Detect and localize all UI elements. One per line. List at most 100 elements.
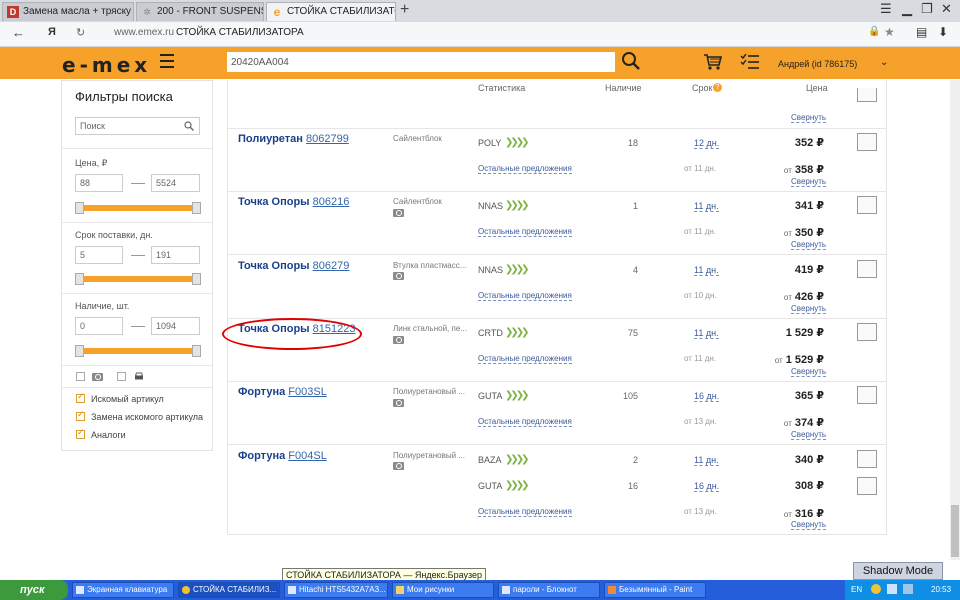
url-page-title[interactable]: СТОЙКА СТАБИЛИЗАТОРА xyxy=(176,27,304,38)
yandex-icon[interactable]: Я xyxy=(48,26,56,38)
price-min-input[interactable]: 88 xyxy=(75,174,123,192)
volume-icon[interactable] xyxy=(903,584,913,594)
camera-icon[interactable] xyxy=(393,272,404,280)
delivery-min-input[interactable]: 5 xyxy=(75,246,123,264)
lock-icon[interactable]: 🔒 xyxy=(868,26,880,37)
stock-min-input[interactable]: 0 xyxy=(75,317,123,335)
tab-oil-change[interactable]: D Замена масла + тряску подв xyxy=(2,2,134,21)
other-offers-link[interactable]: Остальные предложения xyxy=(478,227,572,237)
product-brand[interactable]: Точка Опоры 806216 xyxy=(238,196,349,208)
replacement-article-checkbox[interactable] xyxy=(76,409,85,421)
delivery-slider-min-handle[interactable] xyxy=(75,273,84,285)
collapse-link[interactable]: Свернуть xyxy=(791,367,827,377)
price-slider-min-handle[interactable] xyxy=(75,202,84,214)
collapse-link[interactable]: Свернуть xyxy=(791,177,827,187)
column-header-availability[interactable]: Наличие xyxy=(605,83,642,93)
delivery-term[interactable]: 11 дн. xyxy=(694,455,719,466)
other-offers-link[interactable]: Остальные предложения xyxy=(478,291,572,301)
help-icon[interactable]: ? xyxy=(713,83,722,92)
browser-menu-icon[interactable]: ☰ xyxy=(880,1,892,17)
camera-icon[interactable] xyxy=(393,399,404,407)
other-offers-link[interactable]: Остальные предложения xyxy=(478,507,572,517)
delivery-slider[interactable] xyxy=(75,273,201,285)
photo-filter-checkbox[interactable] xyxy=(76,372,85,381)
task-notepad[interactable]: пароли - Блокнот xyxy=(498,582,600,598)
chevron-down-icon[interactable]: ⌄ xyxy=(880,57,888,68)
shadow-mode-button[interactable]: Shadow Mode xyxy=(853,562,943,580)
bookmark-star-icon[interactable]: ★ xyxy=(884,25,895,39)
reader-icon[interactable]: ▤ xyxy=(916,25,927,39)
price-slider[interactable] xyxy=(75,202,201,214)
column-header-price[interactable]: Цена xyxy=(806,83,828,93)
brand-name[interactable]: Точка Опоры xyxy=(238,260,310,272)
stock-slider-max-handle[interactable] xyxy=(192,345,201,357)
user-account-name[interactable]: Андрей (id 786175) xyxy=(778,59,857,69)
filter-search-input[interactable]: Поиск xyxy=(75,117,200,135)
tray-app-icon[interactable] xyxy=(871,584,881,594)
add-to-cart-button[interactable] xyxy=(857,386,877,404)
price-slider-max-handle[interactable] xyxy=(192,202,201,214)
minimize-icon[interactable]: ▁ xyxy=(902,1,912,17)
network-icon[interactable] xyxy=(887,584,897,594)
page-scrollbar-track[interactable] xyxy=(950,80,960,560)
task-browser[interactable]: СТОЙКА СТАБИЛИЗ... xyxy=(178,582,280,598)
exact-article-checkbox[interactable] xyxy=(76,391,85,403)
hamburger-menu-icon[interactable] xyxy=(160,54,174,72)
article-code[interactable]: 806216 xyxy=(313,196,350,208)
back-arrow-icon[interactable]: ← xyxy=(12,25,25,40)
camera-icon[interactable] xyxy=(393,462,404,470)
cart-icon[interactable] xyxy=(703,53,723,71)
delivery-term[interactable]: 12 дн. xyxy=(694,138,720,149)
add-to-cart-button[interactable] xyxy=(857,450,877,468)
tab-stabilizer-active[interactable]: e СТОЙКА СТАБИЛИЗАТОР xyxy=(266,2,396,21)
search-icon[interactable] xyxy=(621,51,641,71)
stock-max-input[interactable]: 1094 xyxy=(151,317,200,335)
collapse-link[interactable]: Свернуть xyxy=(791,240,827,250)
task-my-pictures[interactable]: Мои рисунки xyxy=(392,582,494,598)
product-brand[interactable]: Точка Опоры 806279 xyxy=(238,260,349,272)
reload-icon[interactable]: ↻ xyxy=(76,26,85,39)
brand-name[interactable]: Точка Опоры xyxy=(238,196,310,208)
collapse-link[interactable]: Свернуть xyxy=(791,304,827,314)
task-hitachi[interactable]: Hitachi HTS5432A7A3... xyxy=(284,582,388,598)
restore-icon[interactable]: ❐ xyxy=(921,1,933,17)
article-code[interactable]: 806279 xyxy=(313,260,350,272)
delivery-slider-max-handle[interactable] xyxy=(192,273,201,285)
brand-name[interactable]: Полиуретан xyxy=(238,133,303,145)
add-to-cart-button[interactable] xyxy=(857,196,877,214)
tab-front-suspension[interactable]: ✲ 200 - FRONT SUSPENSION xyxy=(136,2,264,21)
product-brand[interactable]: Фортуна F003SL xyxy=(238,386,327,398)
article-code[interactable]: F003SL xyxy=(288,386,327,398)
product-brand[interactable]: Фортуна F004SL xyxy=(238,450,327,462)
close-window-icon[interactable]: ✕ xyxy=(941,1,952,17)
other-offers-link[interactable]: Остальные предложения xyxy=(478,164,572,174)
new-tab-plus-icon[interactable]: + xyxy=(400,1,409,19)
part-search-input[interactable] xyxy=(227,52,615,72)
page-scrollbar-thumb[interactable] xyxy=(951,505,959,557)
other-offers-link[interactable]: Остальные предложения xyxy=(478,354,572,364)
product-brand[interactable]: Полиуретан 8062799 xyxy=(238,133,349,145)
delivery-term[interactable]: 11 дн. xyxy=(694,265,719,276)
task-onscreen-keyboard[interactable]: Экранная клавиатура xyxy=(72,582,174,598)
language-indicator[interactable]: EN xyxy=(851,585,862,594)
other-offers-link[interactable]: Остальные предложения xyxy=(478,417,572,427)
delivery-term[interactable]: 16 дн. xyxy=(694,481,720,492)
task-paint[interactable]: Безымянный - Paint xyxy=(604,582,706,598)
delivery-term[interactable]: 16 дн. xyxy=(694,391,720,402)
stock-slider-min-handle[interactable] xyxy=(75,345,84,357)
stock-slider[interactable] xyxy=(75,345,201,357)
delivery-term[interactable]: 11 дн. xyxy=(694,328,719,339)
add-to-cart-button[interactable] xyxy=(857,477,877,495)
add-to-cart-button[interactable] xyxy=(857,88,877,102)
emex-logo[interactable]: e-mex xyxy=(62,53,151,77)
collapse-link[interactable]: Свернуть xyxy=(791,520,827,530)
delivery-term[interactable]: 11 дн. xyxy=(694,201,719,212)
url-domain[interactable]: www.emex.ru xyxy=(114,27,174,38)
brand-name[interactable]: Фортуна xyxy=(238,450,285,462)
car-filter-checkbox[interactable] xyxy=(117,372,126,381)
start-button[interactable]: пуск xyxy=(0,580,68,600)
camera-icon[interactable] xyxy=(393,209,404,217)
price-max-input[interactable]: 5524 xyxy=(151,174,200,192)
article-code[interactable]: 8062799 xyxy=(306,133,349,145)
brand-name[interactable]: Фортуна xyxy=(238,386,285,398)
